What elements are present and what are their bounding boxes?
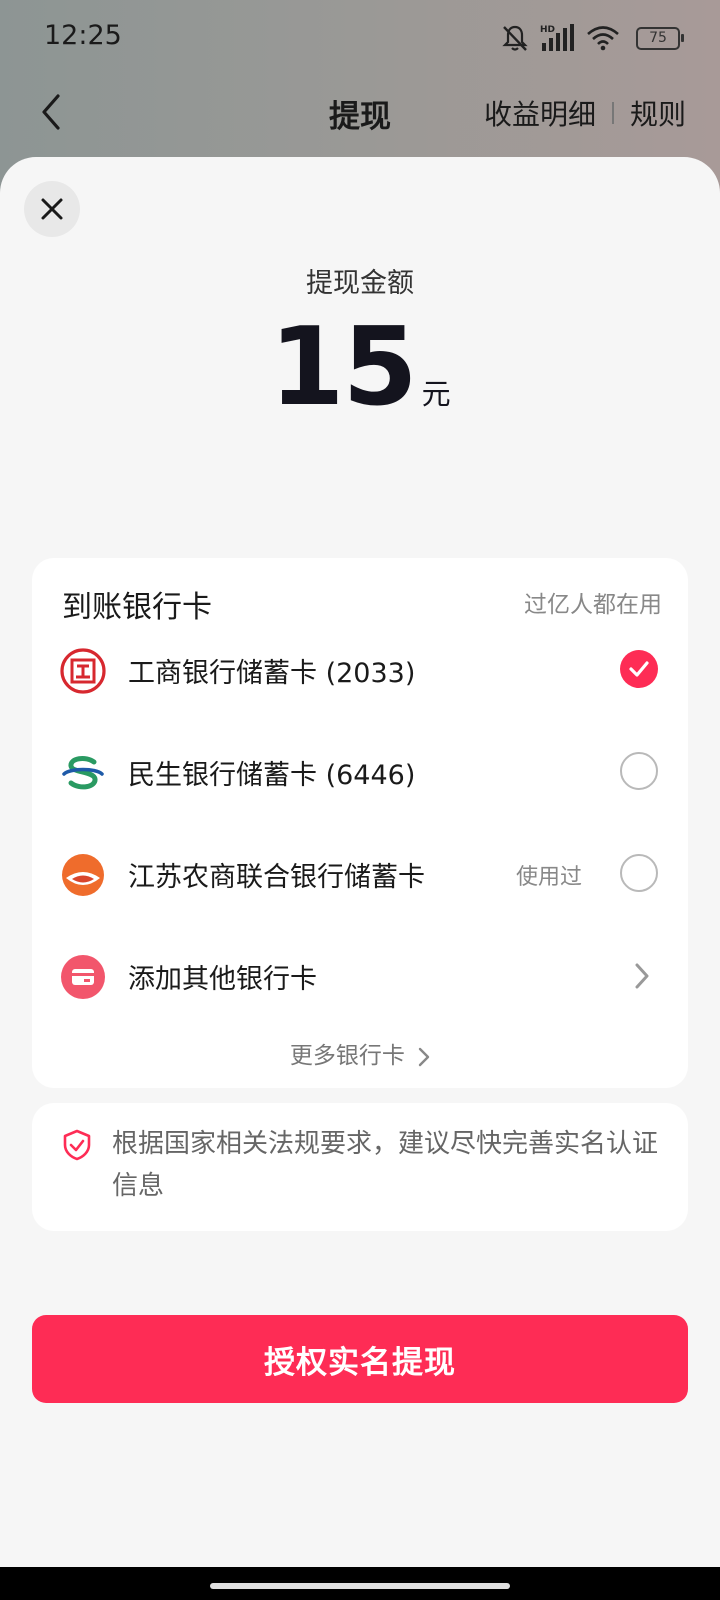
icbc-logo-icon [60,648,106,694]
system-nav-bar [0,1567,720,1600]
withdraw-sheet: 提现金额 15 元 到账银行卡 过亿人都在用 工商银行储蓄卡 (2033) 民生… [0,157,720,1567]
section-title: 到账银行卡 [62,590,212,625]
shield-check-icon [63,1129,91,1161]
chevron-right-icon [418,1047,430,1066]
cmbc-logo-icon [62,756,104,790]
close-icon [41,198,63,220]
notice-text: 根据国家相关法规要求，建议尽快完善实名认证信息 [112,1129,659,1201]
radio-unselected[interactable] [620,752,658,790]
earnings-detail-link[interactable]: 收益明细 [484,93,596,133]
header-links: 收益明细 规则 [484,93,686,133]
battery-icon: 75 [636,26,684,50]
bank-card-section: 到账银行卡 过亿人都在用 工商银行储蓄卡 (2033) 民生银行储蓄卡 (644… [32,558,688,1088]
bank-option-jsnsyh[interactable]: 江苏农商联合银行储蓄卡 使用过 [32,834,688,914]
more-banks-label: 更多银行卡 [289,1043,405,1069]
radio-unselected[interactable] [620,854,658,892]
more-banks-link[interactable]: 更多银行卡 [32,1036,688,1070]
used-before-tag: 使用过 [515,865,582,890]
bank-option-icbc[interactable]: 工商银行储蓄卡 (2033) [32,630,688,710]
notice-card: 根据国家相关法规要求，建议尽快完善实名认证信息 [32,1103,688,1231]
amount-label: 提现金额 [306,268,414,299]
radio-selected[interactable] [620,650,658,688]
signal-icon: HD [540,24,574,51]
amount-unit: 元 [421,377,451,411]
status-time: 12:25 [44,20,122,51]
bank-name: 工商银行储蓄卡 (2033) [128,658,416,689]
bank-name: 民生银行储蓄卡 (6446) [128,760,416,791]
check-icon [629,661,649,677]
status-icons: HD 75 [500,18,684,58]
bank-name: 江苏农商联合银行储蓄卡 [128,862,425,893]
home-indicator[interactable] [210,1583,510,1589]
jsnsyh-logo-icon [62,854,104,896]
section-hint: 过亿人都在用 [524,592,662,618]
amount-display: 15 元 [0,305,720,430]
add-card-row[interactable]: 添加其他银行卡 [32,936,688,1016]
nav-bar: 提现 收益明细 规则 [0,76,720,148]
header-divider [611,102,614,124]
bell-muted-icon [502,25,528,51]
close-button[interactable] [24,181,80,237]
chevron-right-icon [635,963,649,989]
battery-level: 75 [649,30,667,46]
add-card-label: 添加其他银行卡 [128,964,317,995]
amount-value: 15 [269,305,417,430]
authorize-withdraw-button[interactable]: 授权实名提现 [32,1315,688,1403]
rules-link[interactable]: 规则 [630,93,686,133]
wifi-icon [587,26,619,51]
status-bar: 12:25 HD 75 [0,0,720,76]
svg-text:HD: HD [540,25,555,35]
bank-option-cmbc[interactable]: 民生银行储蓄卡 (6446) [32,732,688,812]
card-icon [61,955,105,999]
